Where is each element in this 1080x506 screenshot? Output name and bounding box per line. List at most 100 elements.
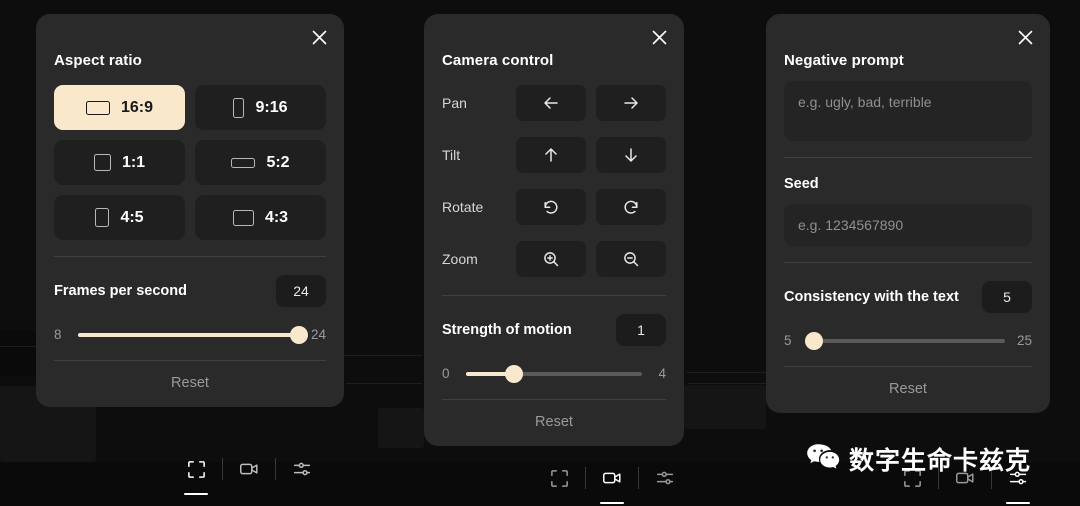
rect-landscape-ultrawide-icon [231,157,256,168]
seed-input[interactable]: e.g. 1234567890 [784,204,1032,246]
rect-square-icon [93,154,111,171]
tilt-down-button[interactable] [596,137,666,173]
tilt-up-button[interactable] [516,137,586,173]
camera-row-zoom: Zoom [442,241,666,277]
arrow-up-icon [545,148,557,162]
camera-row-rotate: Rotate [442,189,666,225]
divider [784,366,1032,367]
divider [54,360,326,361]
motion-min-label: 0 [442,366,450,381]
consistency-slider-knob[interactable] [804,331,823,350]
reset-button[interactable]: Reset [54,361,326,407]
camera-row-label: Zoom [442,251,478,267]
motion-max-label: 4 [658,366,666,381]
sliders-icon [293,462,311,476]
aspect-option-label: 9:16 [255,98,288,116]
watermark-text: 数字生命卡兹克 [849,446,1032,475]
motion-label: Strength of motion [442,322,572,338]
divider [54,256,326,257]
aspect-option-label: 16:9 [120,98,154,116]
toolbar-left [170,449,328,495]
arrow-right-icon [624,97,638,109]
rect-portrait-tall-icon [233,97,245,118]
rotate-cw-button[interactable] [596,189,666,225]
active-indicator [184,493,208,495]
aspect-option-label: 1:1 [121,153,146,171]
app-root: Aspect ratio 16:9 9:16 1:1 5:2 4:5 4:3 F… [0,0,1080,506]
consistency-value[interactable]: 5 [982,281,1032,313]
bg-decoration [378,408,424,448]
active-indicator [1006,502,1030,504]
fps-slider-track[interactable] [78,325,308,344]
motion-value[interactable]: 1 [616,314,666,346]
fps-row: Frames per second 24 [54,275,326,307]
negative-prompt-input[interactable]: e.g. ugly, bad, terrible [784,81,1032,141]
rotate-ccw-button[interactable] [516,189,586,225]
fps-slider[interactable]: 8 24 [54,325,326,344]
wechat-logo-icon [806,443,840,476]
close-icon[interactable] [648,26,670,48]
bg-decoration-line [686,372,766,373]
fps-label: Frames per second [54,283,187,299]
zoom-in-button[interactable] [516,241,586,277]
reset-button[interactable]: Reset [784,367,1032,413]
aspect-option-1-1[interactable]: 1:1 [54,140,185,185]
seed-label: Seed [784,176,819,192]
fps-value[interactable]: 24 [276,275,326,307]
toolbar-center [533,458,691,504]
tab-aspect-ratio[interactable] [533,458,585,498]
pan-left-button[interactable] [516,85,586,121]
camera-row-tilt: Tilt [442,137,666,173]
divider [442,399,666,400]
fps-min-label: 8 [54,327,62,342]
fps-slider-knob[interactable] [289,325,308,344]
divider [442,295,666,296]
aspect-option-4-5[interactable]: 4:5 [54,195,185,240]
tab-settings[interactable] [639,458,691,498]
motion-slider-knob[interactable] [504,364,523,383]
page-title: Camera control [442,52,554,69]
fullscreen-frame-icon [187,460,205,478]
motion-slider[interactable]: 0 4 [442,364,666,383]
divider [784,262,1032,263]
sliders-icon [656,471,674,485]
fullscreen-frame-icon [550,469,568,487]
aspect-option-5-2[interactable]: 5:2 [195,140,326,185]
camera-row-pan: Pan [442,85,666,121]
tab-camera[interactable] [586,458,638,504]
bg-decoration [684,385,766,429]
tab-camera[interactable] [223,449,275,489]
tab-aspect-ratio[interactable] [170,449,222,495]
aspect-option-9-16[interactable]: 9:16 [195,85,326,130]
consistency-label: Consistency with the text [784,289,959,305]
bg-decoration-line [342,355,422,356]
page-title: Negative prompt [784,52,904,69]
panel-aspect-ratio: Aspect ratio 16:9 9:16 1:1 5:2 4:5 4:3 F… [36,14,344,407]
aspect-option-16-9[interactable]: 16:9 [54,85,185,130]
page-title: Aspect ratio [54,52,142,69]
bg-decoration-line [346,383,422,384]
divider [784,157,1032,158]
consistency-slider-track[interactable] [804,331,1005,350]
rotate-ccw-icon [544,200,558,214]
consistency-slider[interactable]: 5 25 [784,331,1032,350]
arrow-left-icon [544,97,558,109]
close-icon[interactable] [308,26,330,48]
aspect-option-4-3[interactable]: 4:3 [195,195,326,240]
pan-right-button[interactable] [596,85,666,121]
active-indicator [600,502,624,504]
zoom-out-button[interactable] [596,241,666,277]
aspect-ratio-grid: 16:9 9:16 1:1 5:2 4:5 4:3 [54,85,326,240]
reset-button[interactable]: Reset [442,400,666,446]
aspect-option-label: 5:2 [266,153,290,171]
rect-landscape-icon [232,209,254,226]
camera-row-label: Pan [442,95,467,111]
consistency-max-label: 25 [1016,333,1032,348]
arrow-down-icon [625,148,637,162]
motion-slider-track[interactable] [466,364,642,383]
rotate-cw-icon [624,200,638,214]
tab-settings[interactable] [276,449,328,489]
camera-row-label: Rotate [442,199,484,215]
close-icon[interactable] [1014,26,1036,48]
zoom-out-icon [624,252,639,267]
